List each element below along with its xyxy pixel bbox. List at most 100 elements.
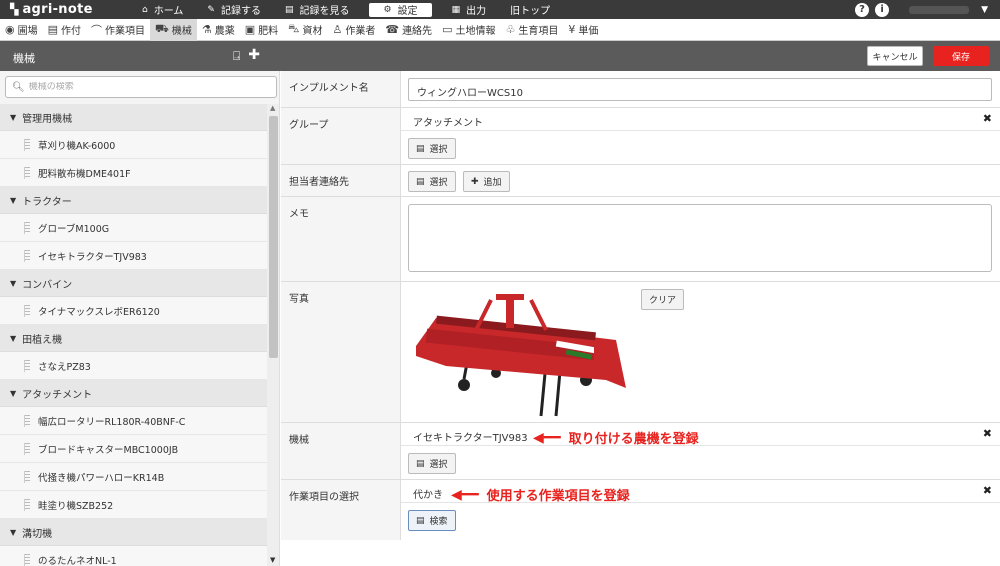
triangle-down-icon[interactable]: ▼ <box>10 279 16 288</box>
drag-handle-icon[interactable] <box>24 553 30 566</box>
machine-list-panel: 🔍︎ ▼ 管理用機械草刈り機AK-6000 肥料散布機DME401F ▼ トラクターグロ… <box>0 71 280 566</box>
triangle-down-icon[interactable]: ▼ <box>10 113 16 122</box>
user-name-blurred[interactable] <box>909 5 970 14</box>
drag-handle-icon[interactable] <box>24 498 30 511</box>
work-item-search-button[interactable]: ▤ 検索 <box>408 510 456 531</box>
menu-item[interactable]: ⛍ 資材 <box>283 19 327 41</box>
plant-icon: ♧ <box>505 23 516 36</box>
tree-group-label: コンバイン <box>22 279 73 291</box>
menu-item-label: 単価 <box>578 26 599 37</box>
top-nav-item[interactable]: ✎ 記録する <box>195 0 273 19</box>
npk-icon: ▣ <box>244 23 256 36</box>
memo-textarea[interactable] <box>408 204 992 272</box>
tree-group-label: 溝切機 <box>22 528 53 540</box>
scroll-down-icon[interactable]: ▼ <box>270 556 275 564</box>
info-icon[interactable]: i <box>875 2 890 17</box>
top-nav-item[interactable]: ▤ 記録を見る <box>273 0 362 19</box>
tree-item-label: イセキトラクターTJV983 <box>38 251 147 263</box>
top-nav: ⌂ ホーム ✎ 記録する ▤ 記録を見る ⚙ 設定 ▦ 出力 旧トップ <box>130 0 562 19</box>
drag-handle-icon[interactable] <box>24 249 30 262</box>
work-annotation: ◀━━ 使用する作業項目を登録 <box>451 485 630 505</box>
tree-item[interactable]: 幅広ロータリーRL180R-40BNF-C <box>0 407 267 435</box>
work-item-value: 代かき <box>413 490 443 501</box>
drag-handle-icon[interactable] <box>24 166 30 179</box>
menu-item-label: 資材 <box>302 26 323 37</box>
tree-item[interactable]: ブロードキャスターMBC1000JB <box>0 435 267 463</box>
list-icon: ▤ <box>416 458 425 469</box>
drag-handle-icon[interactable] <box>24 138 30 151</box>
tree-group[interactable]: ▼ 田植え機 <box>0 325 267 352</box>
scroll-up-icon[interactable]: ▲ <box>270 104 275 112</box>
contact-select-label: 選択 <box>429 178 448 188</box>
contact-select-button[interactable]: ▤ 選択 <box>408 171 456 192</box>
menu-item[interactable]: ▤ 作付 <box>43 19 86 41</box>
cancel-button[interactable]: キャンセル <box>867 46 923 66</box>
tree-group[interactable]: ▼ コンバイン <box>0 270 267 297</box>
export-icon[interactable]: ⍈ <box>233 49 240 64</box>
menu-item[interactable]: ♙ 作業者 <box>327 19 380 41</box>
drag-handle-icon[interactable] <box>24 359 30 372</box>
tree-item[interactable]: 草刈り機AK-6000 <box>0 131 267 159</box>
tree-item[interactable]: 畦塗り機SZB252 <box>0 491 267 519</box>
tree-item[interactable]: 代掻き機パワーハローKR14B <box>0 463 267 491</box>
tree-item[interactable]: 肥料散布機DME401F <box>0 159 267 187</box>
clear-work-item-icon[interactable]: ✖ <box>983 484 992 497</box>
contact-add-button[interactable]: ✚ 追加 <box>463 171 510 192</box>
machine-search: 🔍︎ <box>5 76 277 98</box>
drag-handle-icon[interactable] <box>24 442 30 455</box>
notebook-icon: ▤ <box>47 23 59 36</box>
menu-item[interactable]: ▣ 肥料 <box>240 19 283 41</box>
menu-item[interactable]: ◉ 圃場 <box>0 19 43 41</box>
top-nav-item[interactable]: ⌂ ホーム <box>130 0 195 19</box>
tree-item[interactable]: タイナマックスレボER6120 <box>0 297 267 325</box>
contact-row: 担当者連絡先 ▤ 選択 ✚ 追加 <box>281 165 1000 197</box>
app-logo[interactable]: ▚ agri-note <box>0 2 130 17</box>
tree-group[interactable]: ▼ トラクター <box>0 187 267 214</box>
add-icon[interactable]: ✚ <box>248 48 260 64</box>
chevron-down-icon[interactable]: ▼ <box>981 5 988 15</box>
tree-item[interactable]: のるたんネオNL-1 <box>0 546 267 566</box>
tree-group[interactable]: ▼ 溝切機 <box>0 519 267 546</box>
tree-group-label: 田植え機 <box>22 334 63 346</box>
tree-item[interactable]: グローブM100G <box>0 214 267 242</box>
menu-item[interactable]: ¥ 単価 <box>563 19 603 41</box>
top-nav-item[interactable]: ▦ 出力 <box>440 0 499 19</box>
menu-item[interactable]: ♧ 生育項目 <box>500 19 563 41</box>
menu-item[interactable]: ⌒ 作業項目 <box>86 19 150 41</box>
top-nav-item[interactable]: 旧トップ <box>498 0 562 19</box>
drag-handle-icon[interactable] <box>24 414 30 427</box>
triangle-down-icon[interactable]: ▼ <box>10 196 16 205</box>
machine-search-input[interactable] <box>28 82 259 92</box>
scrollbar-thumb[interactable] <box>269 116 278 358</box>
triangle-down-icon[interactable]: ▼ <box>10 389 16 398</box>
tree-group-label: トラクター <box>22 196 72 208</box>
menu-item[interactable]: ⛟ 機械 <box>150 18 197 41</box>
drag-handle-icon[interactable] <box>24 470 30 483</box>
photo-label: 写真 <box>281 282 401 422</box>
save-button[interactable]: 保存 <box>933 46 989 66</box>
machine-label: 機械 <box>281 423 401 479</box>
triangle-down-icon[interactable]: ▼ <box>10 528 16 537</box>
implement-name-input[interactable]: ウィングハローWCS10 <box>408 78 992 101</box>
tree-group[interactable]: ▼ 管理用機械 <box>0 104 267 131</box>
tree-item[interactable]: イセキトラクターTJV983 <box>0 242 267 270</box>
group-select-label: 選択 <box>429 145 448 155</box>
drag-handle-icon[interactable] <box>24 304 30 317</box>
top-nav-item[interactable]: ⚙ 設定 <box>369 2 432 17</box>
drag-handle-icon[interactable] <box>24 221 30 234</box>
triangle-down-icon[interactable]: ▼ <box>10 334 16 343</box>
menu-item[interactable]: ▭ 土地情報 <box>437 19 500 41</box>
menu-item[interactable]: ☎ 連絡先 <box>380 19 437 41</box>
menu-item[interactable]: ⚗ 農薬 <box>197 19 240 41</box>
tree-group-label: アタッチメント <box>22 389 93 401</box>
help-icon[interactable]: ? <box>855 2 870 17</box>
group-row: グループ アタッチメント ✖ ▤ 選択 <box>281 108 1000 165</box>
scrollbar[interactable]: ▲ ▼ <box>267 104 279 566</box>
tree-group[interactable]: ▼ アタッチメント <box>0 380 267 407</box>
machine-select-button[interactable]: ▤ 選択 <box>408 453 456 474</box>
photo-clear-button[interactable]: クリア <box>641 289 685 310</box>
clear-group-icon[interactable]: ✖ <box>983 112 992 125</box>
clear-machine-icon[interactable]: ✖ <box>983 427 992 440</box>
tree-item[interactable]: さなえPZ83 <box>0 352 267 380</box>
group-select-button[interactable]: ▤ 選択 <box>408 138 456 159</box>
